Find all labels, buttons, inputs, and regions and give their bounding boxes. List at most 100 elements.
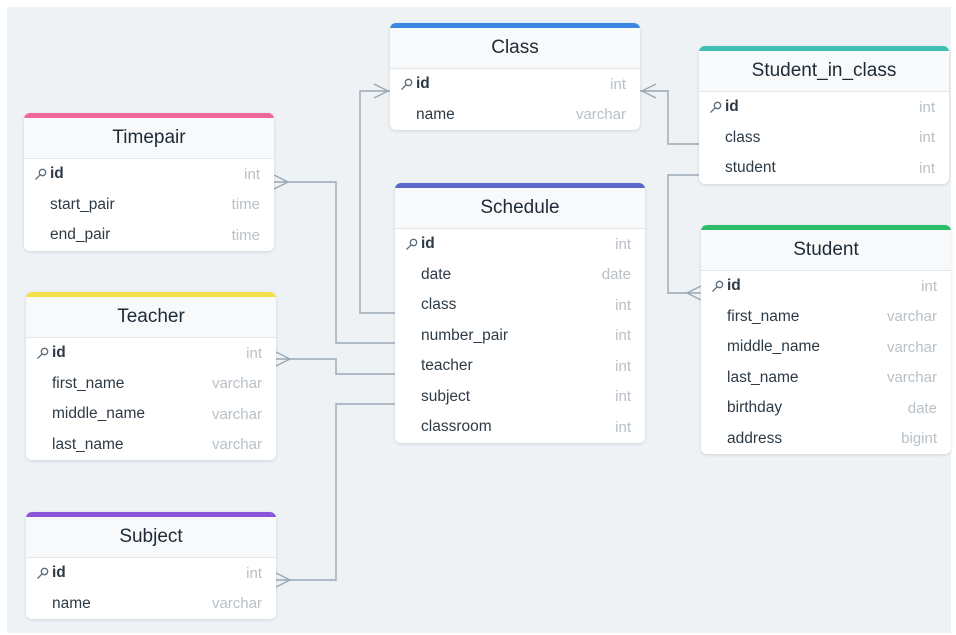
field-row-number-pair[interactable]: number_pair int [395, 321, 645, 352]
table-title: Timepair [112, 127, 186, 148]
field-name: end_pair [50, 226, 111, 244]
table-header: Class [390, 23, 640, 69]
field-row-address[interactable]: address bigint [701, 424, 951, 455]
field-type: int [615, 357, 631, 375]
field-type: varchar [575, 106, 626, 124]
field-row-student[interactable]: student int [699, 153, 949, 184]
table-class[interactable]: Class id int name varchar [390, 23, 640, 130]
field-name: address [727, 429, 783, 447]
field-row-class[interactable]: class int [699, 123, 949, 154]
field-type: varchar [886, 338, 937, 356]
field-type: int [615, 327, 631, 345]
table-header: Teacher [26, 292, 276, 338]
field-type: int [615, 418, 631, 436]
field-name: middle_name [727, 338, 821, 356]
field-name: last_name [727, 368, 799, 386]
field-type: int [615, 388, 631, 406]
table-header: Schedule [395, 183, 645, 229]
field-name: id [52, 344, 66, 362]
field-type: int [615, 296, 631, 314]
table-student-in-class[interactable]: Student_in_class id int class int studen… [699, 46, 949, 184]
field-name: first_name [52, 374, 125, 392]
field-type: varchar [211, 436, 262, 454]
field-name: name [52, 594, 91, 612]
table-title: Teacher [117, 306, 185, 327]
field-name: first_name [727, 307, 800, 325]
field-row-start-pair[interactable]: start_pair time [24, 190, 274, 221]
primary-key-icon [711, 280, 727, 293]
field-name: student [725, 159, 776, 177]
table-teacher[interactable]: Teacher id int first_name varchar middle… [26, 292, 276, 460]
primary-key-icon [400, 78, 416, 91]
field-type: int [921, 277, 937, 295]
field-row-classroom[interactable]: classroom int [395, 412, 645, 443]
field-name: id [421, 235, 435, 253]
field-row-date[interactable]: date date [395, 260, 645, 291]
field-name: last_name [52, 435, 124, 453]
field-row-id[interactable]: id int [701, 271, 951, 302]
field-type: date [907, 399, 937, 417]
field-row-id[interactable]: id int [26, 338, 276, 369]
field-name: start_pair [50, 195, 115, 213]
table-title: Student [793, 239, 859, 260]
field-row-last-name[interactable]: last_name varchar [26, 430, 276, 461]
field-type: varchar [211, 375, 262, 393]
field-type: date [601, 266, 631, 284]
field-row-first-name[interactable]: first_name varchar [701, 302, 951, 333]
field-row-name[interactable]: name varchar [390, 100, 640, 131]
field-row-teacher[interactable]: teacher int [395, 351, 645, 382]
field-row-birthday[interactable]: birthday date [701, 393, 951, 424]
field-type: int [246, 564, 262, 582]
field-name: subject [421, 387, 471, 405]
field-name: middle_name [52, 405, 146, 423]
field-name: date [421, 265, 452, 283]
table-timepair[interactable]: Timepair id int start_pair time end_pair… [24, 113, 274, 251]
field-name: id [725, 98, 739, 116]
table-header: Timepair [24, 113, 274, 159]
table-title: Subject [119, 526, 183, 547]
primary-key-icon [405, 238, 421, 251]
field-type: time [231, 196, 260, 214]
table-subject[interactable]: Subject id int name varchar [26, 512, 276, 619]
field-type: int [246, 344, 262, 362]
field-type: int [610, 75, 626, 93]
field-row-middle-name[interactable]: middle_name varchar [701, 332, 951, 363]
field-type: bigint [901, 430, 937, 448]
table-header: Student_in_class [699, 46, 949, 92]
field-type: varchar [886, 369, 937, 387]
field-row-id[interactable]: id int [24, 159, 274, 190]
field-row-name[interactable]: name varchar [26, 589, 276, 620]
field-row-subject[interactable]: subject int [395, 382, 645, 413]
table-title: Schedule [480, 197, 560, 218]
field-row-middle-name[interactable]: middle_name varchar [26, 399, 276, 430]
field-name: number_pair [421, 326, 509, 344]
field-type: int [919, 98, 935, 116]
field-row-id[interactable]: id int [390, 69, 640, 100]
field-type: int [244, 165, 260, 183]
field-row-first-name[interactable]: first_name varchar [26, 369, 276, 400]
field-row-last-name[interactable]: last_name varchar [701, 363, 951, 394]
table-header: Student [701, 225, 951, 271]
field-row-id[interactable]: id int [699, 92, 949, 123]
field-name: class [725, 128, 761, 146]
primary-key-icon [36, 347, 52, 360]
primary-key-icon [34, 168, 50, 181]
table-schedule[interactable]: Schedule id int date date class int numb… [395, 183, 645, 443]
table-student[interactable]: Student id int first_name varchar middle… [701, 225, 951, 454]
field-row-class[interactable]: class int [395, 290, 645, 321]
field-type: varchar [211, 595, 262, 613]
primary-key-icon [36, 567, 52, 580]
field-type: varchar [886, 308, 937, 326]
table-title: Student_in_class [751, 60, 897, 81]
field-row-id[interactable]: id int [395, 229, 645, 260]
field-name: classroom [421, 418, 492, 436]
field-name: name [416, 105, 455, 123]
field-name: id [727, 277, 741, 295]
table-header: Subject [26, 512, 276, 558]
primary-key-icon [709, 101, 725, 114]
field-name: class [421, 296, 457, 314]
field-row-id[interactable]: id int [26, 558, 276, 589]
field-name: birthday [727, 399, 783, 417]
field-row-end-pair[interactable]: end_pair time [24, 220, 274, 251]
field-type: int [919, 129, 935, 147]
